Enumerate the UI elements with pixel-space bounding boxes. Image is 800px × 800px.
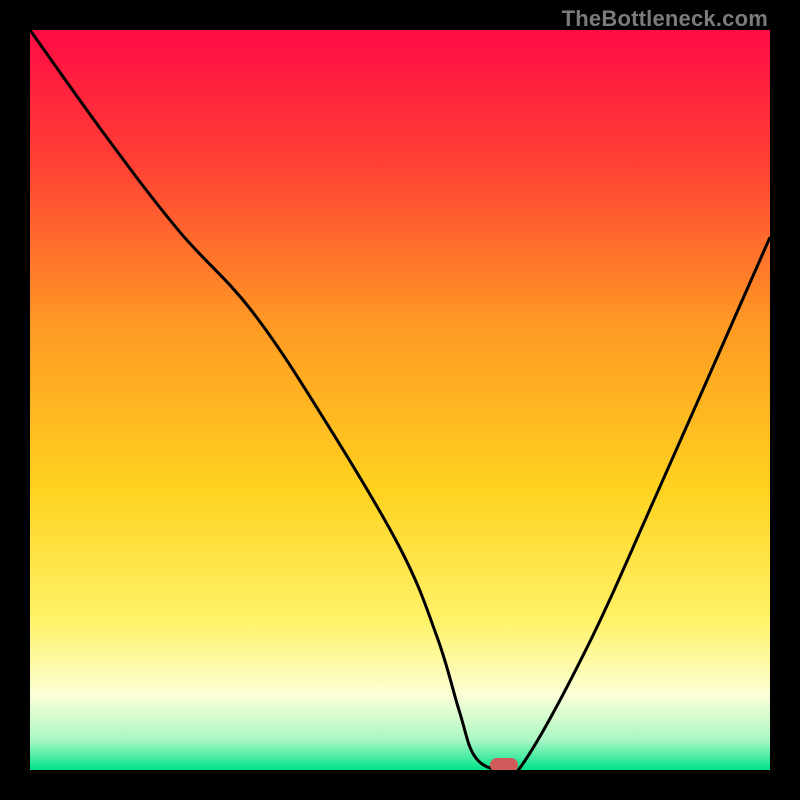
chart-frame: TheBottleneck.com [0, 0, 800, 800]
chart-background-gradient [30, 30, 770, 770]
chart-plot-area [30, 30, 770, 770]
chart-svg [30, 30, 770, 770]
watermark-text: TheBottleneck.com [562, 6, 768, 32]
optimal-marker [490, 758, 518, 770]
